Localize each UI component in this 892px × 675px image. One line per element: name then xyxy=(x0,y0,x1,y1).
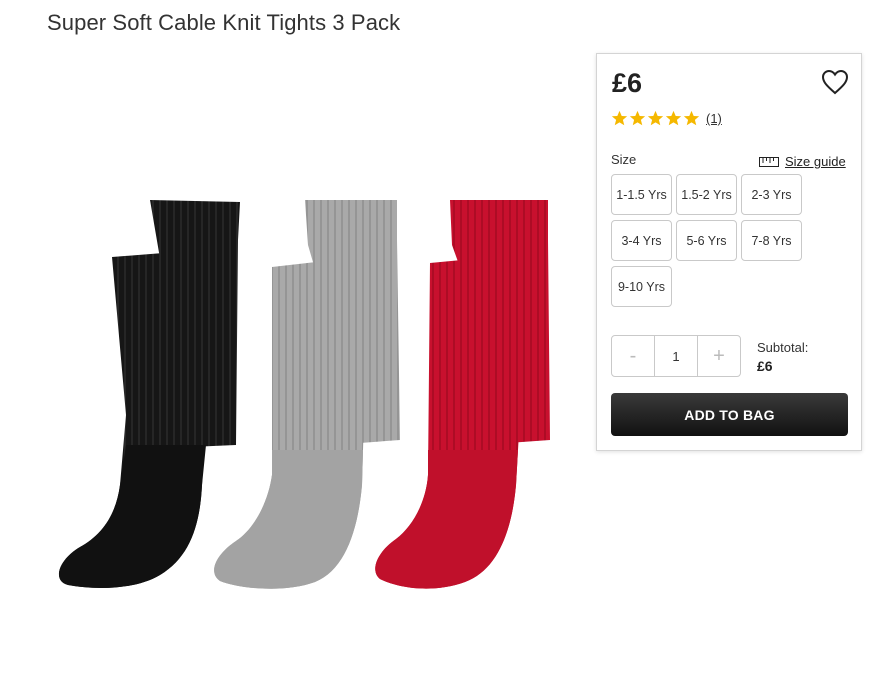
size-option[interactable]: 2-3 Yrs xyxy=(741,174,802,215)
star-icon xyxy=(683,110,700,126)
quantity-stepper: - 1 + xyxy=(611,335,741,377)
size-option[interactable]: 7-8 Yrs xyxy=(741,220,802,261)
product-title: Super Soft Cable Knit Tights 3 Pack xyxy=(47,10,401,35)
add-to-bag-button[interactable]: ADD TO BAG xyxy=(611,393,848,436)
star-icon xyxy=(629,110,646,126)
subtotal-label: Subtotal: xyxy=(757,340,809,355)
rating-stars xyxy=(611,110,700,127)
product-price: £6 xyxy=(612,68,643,98)
review-count-link[interactable]: (1) xyxy=(706,111,722,126)
black-tights xyxy=(58,200,240,588)
size-option[interactable]: 1.5-2 Yrs xyxy=(676,174,737,215)
grey-tights xyxy=(214,200,400,589)
heart-icon[interactable] xyxy=(821,69,849,95)
size-label: Size xyxy=(611,152,637,167)
size-guide-label: Size guide xyxy=(785,154,846,169)
star-icon xyxy=(647,110,664,126)
star-icon xyxy=(665,110,682,126)
size-guide-link[interactable]: Size guide xyxy=(759,154,846,169)
size-option[interactable]: 3-4 Yrs xyxy=(611,220,672,261)
size-option[interactable]: 5-6 Yrs xyxy=(676,220,737,261)
product-image xyxy=(58,200,550,589)
quantity-input[interactable]: 1 xyxy=(654,336,698,376)
star-icon xyxy=(611,110,628,126)
size-option[interactable]: 1-1.5 Yrs xyxy=(611,174,672,215)
quantity-decrement-button[interactable]: - xyxy=(612,336,654,376)
purchase-panel: £6 (1) Size Size guide 1-1.5 Yrs 1.5-2 Y… xyxy=(596,53,862,451)
subtotal-value: £6 xyxy=(757,358,773,374)
ruler-icon xyxy=(759,156,779,167)
red-tights xyxy=(375,200,550,589)
size-option[interactable]: 9-10 Yrs xyxy=(611,266,672,307)
quantity-increment-button[interactable]: + xyxy=(698,336,740,376)
